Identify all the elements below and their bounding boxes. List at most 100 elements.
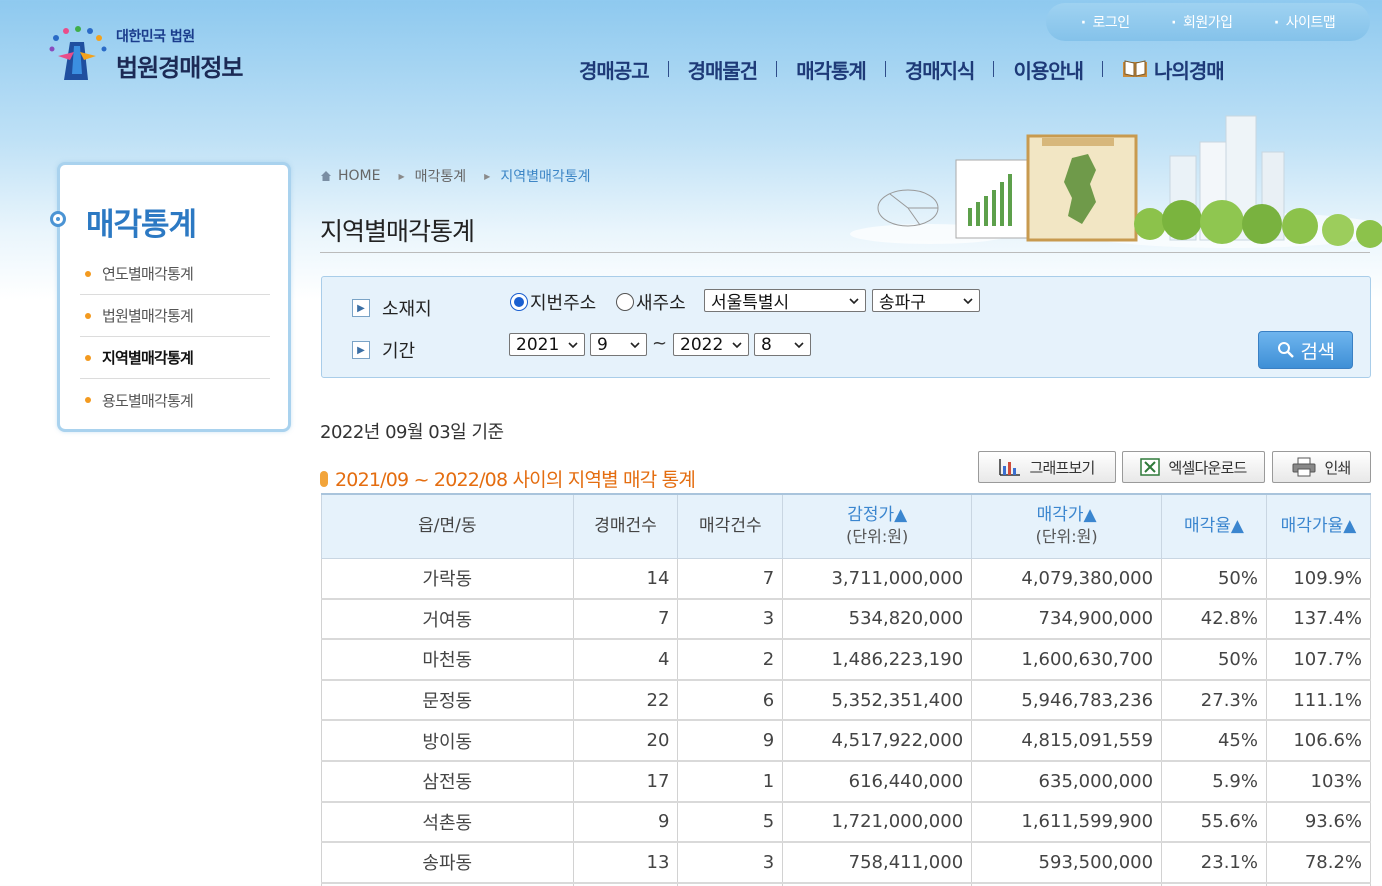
search-button[interactable]: 검색 <box>1258 331 1353 369</box>
cell-area: 마천동 <box>321 638 574 681</box>
site-logo[interactable]: 대한민국 법원 법원경매정보 <box>44 24 274 84</box>
breadcrumb-arrow-icon: ▶ <box>398 171 405 181</box>
title-divider <box>320 252 1370 253</box>
cell-auction-count: 9 <box>572 801 679 844</box>
breadcrumb-arrow-icon: ▶ <box>484 171 491 181</box>
col-sale-price-sort[interactable]: 매각가▲ (단위:원) <box>971 493 1163 559</box>
sidebar-item-court[interactable]: 법원별매각통계 <box>80 295 270 337</box>
sitemap-link[interactable]: 사이트맵 <box>1274 12 1336 32</box>
cell-area: 거여동 <box>321 598 574 641</box>
cell-sale-rate: 42.8% <box>1161 598 1267 641</box>
print-button[interactable]: 인쇄 <box>1272 451 1371 483</box>
cell-sale-price: 1,611,599,900 <box>971 801 1163 844</box>
login-link[interactable]: 로그인 <box>1081 12 1131 32</box>
cell-auction-count: 7 <box>572 598 679 641</box>
nav-auction-items[interactable]: 경매물건 <box>669 55 777 84</box>
main-navigation: 경매공고 경매물건 매각통계 경매지식 이용안내 나의경매 <box>560 54 1378 84</box>
sidebar-title: 매각통계 <box>86 207 197 243</box>
cell-price-rate: 103% <box>1265 760 1372 803</box>
nav-my-auction[interactable]: 나의경매 <box>1103 55 1243 84</box>
cell-sale-count: 2 <box>677 638 784 681</box>
table-row: 마천동 4 2 1,486,223,190 1,600,630,700 50% 107.7% <box>321 638 1372 681</box>
search-button-label: 검색 <box>1300 340 1335 363</box>
breadcrumb-home[interactable]: HOME <box>338 168 380 184</box>
end-month-select[interactable]: 8 <box>754 333 811 356</box>
cell-sale-price: 1,600,630,700 <box>971 638 1163 681</box>
end-month-value: 8 <box>761 334 772 355</box>
signup-link[interactable]: 회원가입 <box>1171 12 1233 32</box>
nav-usage-guide[interactable]: 이용안내 <box>994 55 1102 84</box>
home-icon <box>321 171 331 181</box>
district-select-value: 송파구 <box>879 293 926 313</box>
nav-auction-knowledge[interactable]: 경매지식 <box>886 55 994 84</box>
arrow-box-icon: ▶ <box>352 341 370 359</box>
cell-appraisal: 3,711,000,000 <box>782 557 973 600</box>
court-logo-icon <box>49 26 107 80</box>
sidebar-title-bullet-icon <box>50 211 66 227</box>
cell-auction-count: 4 <box>572 638 679 681</box>
excel-download-button[interactable]: 엑셀다운로드 <box>1122 451 1265 483</box>
radio-unchecked-icon <box>616 293 634 311</box>
breadcrumb-statistics[interactable]: 매각통계 <box>415 166 467 186</box>
table-row: 방이동 20 9 4,517,922,000 4,815,091,559 45% 106.6… <box>321 719 1372 762</box>
end-year-select[interactable]: 2022 <box>673 333 749 356</box>
cell-area: 방이동 <box>321 719 574 762</box>
cell-auction-count: 20 <box>572 719 679 762</box>
basis-date: 2022년 09월 03일 기준 <box>320 422 504 443</box>
start-year-select[interactable]: 2021 <box>509 333 585 356</box>
logo-subtitle: 대한민국 법원 <box>116 29 195 45</box>
cell-price-rate: 106.6% <box>1265 719 1372 762</box>
sidebar-item-region[interactable]: 지역별매각통계 <box>80 337 270 379</box>
table-header-row: 읍/면/동 경매건수 매각건수 감정가▲ (단위:원) 매각가▲ (단위:원) … <box>321 493 1372 559</box>
start-month-select[interactable]: 9 <box>590 333 647 356</box>
search-panel: ▶ 소재지 ▶ 기간 지번주소 새주소 서울특별시 송파구 2021 9 ~ 2… <box>321 276 1371 378</box>
graph-view-button[interactable]: 그래프보기 <box>978 451 1116 483</box>
radio-jibun-address[interactable]: 지번주소 <box>510 289 596 315</box>
col-price-rate-sort[interactable]: 매각가율▲ <box>1265 493 1372 559</box>
cell-area: 문정동 <box>321 679 574 722</box>
nav-sale-statistics[interactable]: 매각통계 <box>777 55 885 84</box>
cell-appraisal: 534,820,000 <box>782 598 973 641</box>
cell-sale-count: 3 <box>677 841 784 884</box>
cell-appraisal: 5,352,351,400 <box>782 679 973 722</box>
period-tilde: ~ <box>652 333 668 354</box>
cell-sale-rate: 50% <box>1161 557 1267 600</box>
cell-price-rate: 78.2% <box>1265 841 1372 884</box>
cell-sale-count: 1 <box>677 760 784 803</box>
nav-auction-notice[interactable]: 경매공고 <box>560 55 668 84</box>
sidebar-item-usage[interactable]: 용도별매각통계 <box>80 379 270 421</box>
regional-statistics-table: 읍/면/동 경매건수 매각건수 감정가▲ (단위:원) 매각가▲ (단위:원) … <box>321 493 1372 886</box>
top-utility-links: 로그인 회원가입 사이트맵 <box>1046 3 1370 41</box>
col-sale-rate-sort[interactable]: 매각율▲ <box>1161 493 1267 559</box>
cell-area: 송파동 <box>321 841 574 884</box>
cell-price-rate: 111.1% <box>1265 679 1372 722</box>
cell-auction-count: 22 <box>572 679 679 722</box>
cell-sale-price: 4,815,091,559 <box>971 719 1163 762</box>
start-year-value: 2021 <box>516 334 560 355</box>
cell-sale-count: 5 <box>677 801 784 844</box>
cell-auction-count: 17 <box>572 760 679 803</box>
page-title: 지역별매각통계 <box>320 217 475 246</box>
excel-icon <box>1140 458 1161 476</box>
sidebar-item-yearly[interactable]: 연도별매각통계 <box>80 253 270 295</box>
district-select[interactable]: 송파구 <box>872 289 980 313</box>
radio-new-address[interactable]: 새주소 <box>616 289 686 315</box>
breadcrumb: HOME ▶ 매각통계 ▶ 지역별매각통계 <box>320 166 591 186</box>
city-select-value: 서울특별시 <box>711 293 790 313</box>
cell-sale-rate: 5.9% <box>1161 760 1267 803</box>
graph-view-label: 그래프보기 <box>1029 458 1095 477</box>
cell-sale-price: 635,000,000 <box>971 760 1163 803</box>
radio-jibun-label: 지번주소 <box>530 293 597 314</box>
excel-download-label: 엑셀다운로드 <box>1168 458 1247 477</box>
table-row: 가락동 14 7 3,711,000,000 4,079,380,000 50% 109.9… <box>321 557 1372 600</box>
city-select[interactable]: 서울특별시 <box>704 289 866 313</box>
sidebar-menu: 연도별매각통계 법원별매각통계 지역별매각통계 용도별매각통계 <box>80 253 270 421</box>
end-year-value: 2022 <box>680 334 724 355</box>
cell-sale-count: 9 <box>677 719 784 762</box>
table-body: 가락동 14 7 3,711,000,000 4,079,380,000 50% 109.9… <box>321 557 1372 886</box>
statistics-illustration <box>850 115 1382 248</box>
col-appraisal-sort[interactable]: 감정가▲ (단위:원) <box>782 493 973 559</box>
statistics-title-text: 2021/09 ~ 2022/08 사이의 지역별 매각 통계 <box>335 469 696 491</box>
cell-sale-rate: 55.6% <box>1161 801 1267 844</box>
col-appraisal-unit: (단위:원) <box>846 527 909 547</box>
